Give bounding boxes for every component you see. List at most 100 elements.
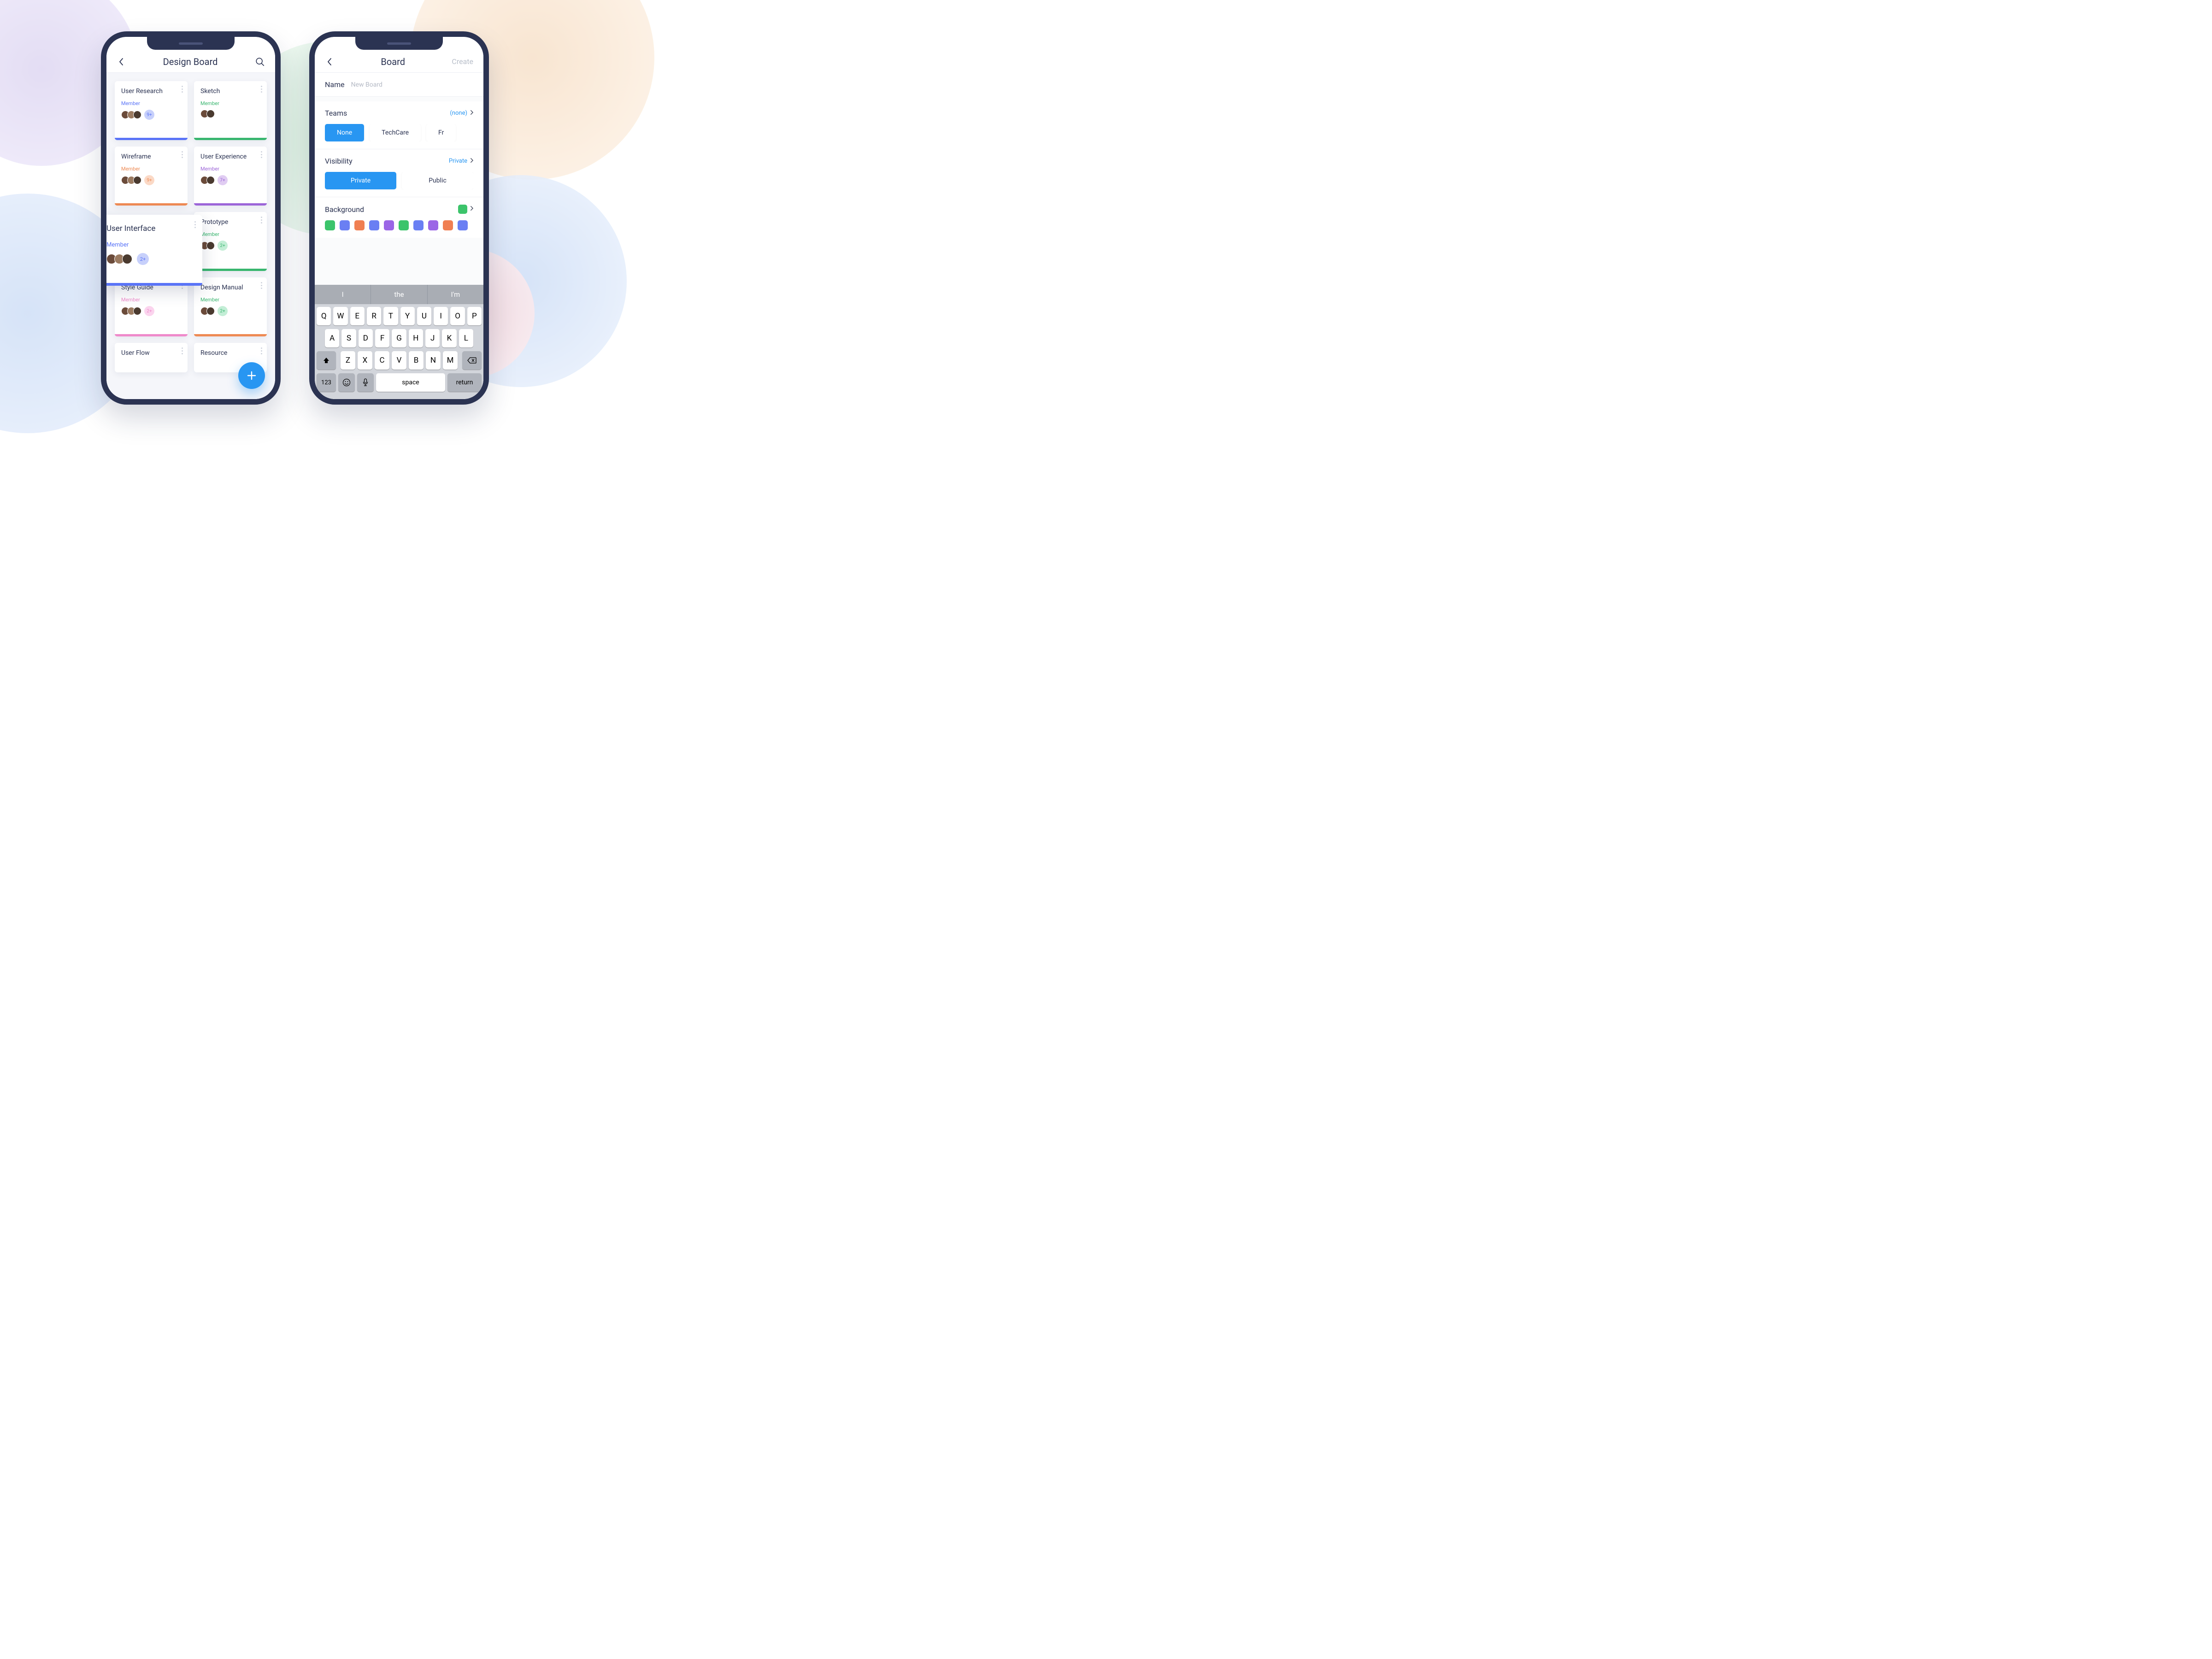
- member-label: Member: [200, 166, 260, 172]
- key-b[interactable]: B: [409, 351, 424, 370]
- swatch-green-2[interactable]: [399, 220, 409, 230]
- visibility-pill-private[interactable]: Private: [325, 172, 396, 189]
- card-stripe: [115, 138, 188, 140]
- key-f[interactable]: F: [375, 329, 389, 347]
- key-z[interactable]: Z: [341, 351, 355, 370]
- overflow-badge: 2+: [137, 253, 149, 265]
- mic-key[interactable]: [357, 373, 374, 392]
- board-card-prototype[interactable]: Prototype Member 2+: [194, 212, 267, 271]
- card-title: Resource: [200, 349, 260, 357]
- key-123[interactable]: 123: [317, 373, 336, 392]
- backspace-key[interactable]: [462, 351, 482, 370]
- add-board-fab[interactable]: [238, 362, 265, 389]
- key-a[interactable]: A: [325, 329, 339, 347]
- key-x[interactable]: X: [358, 351, 372, 370]
- overflow-badge: 2+: [218, 241, 228, 251]
- suggestion-2[interactable]: the: [371, 285, 427, 304]
- card-stripe: [194, 334, 267, 336]
- avatar-stack: [200, 241, 215, 250]
- name-label: Name: [325, 80, 345, 89]
- swatch-blue-4[interactable]: [458, 220, 468, 230]
- more-icon[interactable]: [182, 86, 183, 93]
- board-card-user-experience[interactable]: User Experience Member 7+: [194, 147, 267, 206]
- more-icon[interactable]: [261, 282, 262, 289]
- team-pill-techcare[interactable]: TechCare: [370, 124, 421, 141]
- key-k[interactable]: K: [442, 329, 456, 347]
- more-icon[interactable]: [261, 347, 262, 354]
- swatch-purple-2[interactable]: [428, 220, 438, 230]
- name-field-row[interactable]: Name New Board: [315, 73, 483, 97]
- avatar-stack: [200, 307, 215, 315]
- key-e[interactable]: E: [350, 307, 365, 325]
- key-q[interactable]: Q: [317, 307, 331, 325]
- key-g[interactable]: G: [392, 329, 406, 347]
- board-card-user-interface-elevated[interactable]: User Interface Member 2+: [106, 215, 202, 286]
- board-card-user-flow[interactable]: User Flow: [115, 343, 188, 372]
- card-title: Wireframe: [121, 153, 181, 160]
- member-label: Member: [200, 231, 260, 237]
- swatch-blue-3[interactable]: [413, 220, 424, 230]
- key-u[interactable]: U: [417, 307, 431, 325]
- search-button[interactable]: [255, 57, 265, 67]
- shift-key[interactable]: [317, 351, 336, 370]
- suggestion-1[interactable]: I: [315, 285, 371, 304]
- more-icon[interactable]: [261, 86, 262, 93]
- board-card-wireframe[interactable]: Wireframe Member 9+: [115, 147, 188, 206]
- key-d[interactable]: D: [359, 329, 373, 347]
- key-m[interactable]: M: [443, 351, 458, 370]
- key-i[interactable]: I: [434, 307, 448, 325]
- key-v[interactable]: V: [392, 351, 406, 370]
- more-icon[interactable]: [182, 151, 183, 158]
- suggestion-3[interactable]: I'm: [428, 285, 483, 304]
- more-icon[interactable]: [261, 217, 262, 224]
- overflow-badge: 9+: [144, 110, 154, 120]
- key-l[interactable]: L: [459, 329, 473, 347]
- teams-value[interactable]: (none): [450, 110, 473, 117]
- emoji-key[interactable]: [338, 373, 355, 392]
- key-y[interactable]: Y: [400, 307, 415, 325]
- more-icon[interactable]: [194, 221, 196, 228]
- key-t[interactable]: T: [383, 307, 398, 325]
- key-w[interactable]: W: [333, 307, 347, 325]
- more-icon[interactable]: [182, 347, 183, 354]
- back-button[interactable]: [325, 57, 334, 66]
- return-key[interactable]: return: [447, 373, 482, 392]
- name-input[interactable]: New Board: [351, 81, 382, 88]
- board-grid-area: User Research Member 9+ Sketch Member: [106, 73, 275, 399]
- overflow-badge: 2+: [218, 306, 228, 316]
- swatch-green[interactable]: [325, 220, 335, 230]
- key-s[interactable]: S: [341, 329, 356, 347]
- visibility-pill-public[interactable]: Public: [402, 172, 473, 189]
- phone-notch: [355, 37, 443, 50]
- swatch-blue-2[interactable]: [369, 220, 379, 230]
- key-c[interactable]: C: [375, 351, 389, 370]
- swatch-orange-2[interactable]: [443, 220, 453, 230]
- board-card-user-research[interactable]: User Research Member 9+: [115, 81, 188, 140]
- space-key[interactable]: space: [376, 373, 445, 392]
- more-icon[interactable]: [261, 151, 262, 158]
- key-h[interactable]: H: [409, 329, 423, 347]
- board-card-design-manual[interactable]: Design Manual Member 2+: [194, 277, 267, 336]
- back-button[interactable]: [117, 57, 126, 66]
- overflow-badge: 9+: [144, 175, 154, 185]
- chevron-right-icon: [470, 206, 473, 211]
- background-value[interactable]: [458, 205, 473, 214]
- key-j[interactable]: J: [425, 329, 440, 347]
- team-pill-none[interactable]: None: [325, 124, 364, 141]
- key-r[interactable]: R: [367, 307, 381, 325]
- swatch-orange[interactable]: [354, 220, 365, 230]
- team-pill-partial[interactable]: Fr: [426, 124, 456, 141]
- key-n[interactable]: N: [426, 351, 441, 370]
- swatch-blue[interactable]: [340, 220, 350, 230]
- member-label: Member: [106, 241, 193, 248]
- key-p[interactable]: P: [467, 307, 482, 325]
- member-label: Member: [121, 100, 181, 106]
- phone-notch: [147, 37, 235, 50]
- board-card-style-guide[interactable]: Style Guide Member 2+: [115, 277, 188, 336]
- visibility-value[interactable]: Private: [449, 158, 473, 165]
- swatch-purple[interactable]: [384, 220, 394, 230]
- key-o[interactable]: O: [450, 307, 465, 325]
- phone-create-board: Board Create Name New Board Teams (none): [309, 31, 489, 405]
- board-card-sketch[interactable]: Sketch Member: [194, 81, 267, 140]
- create-button[interactable]: Create: [452, 57, 473, 66]
